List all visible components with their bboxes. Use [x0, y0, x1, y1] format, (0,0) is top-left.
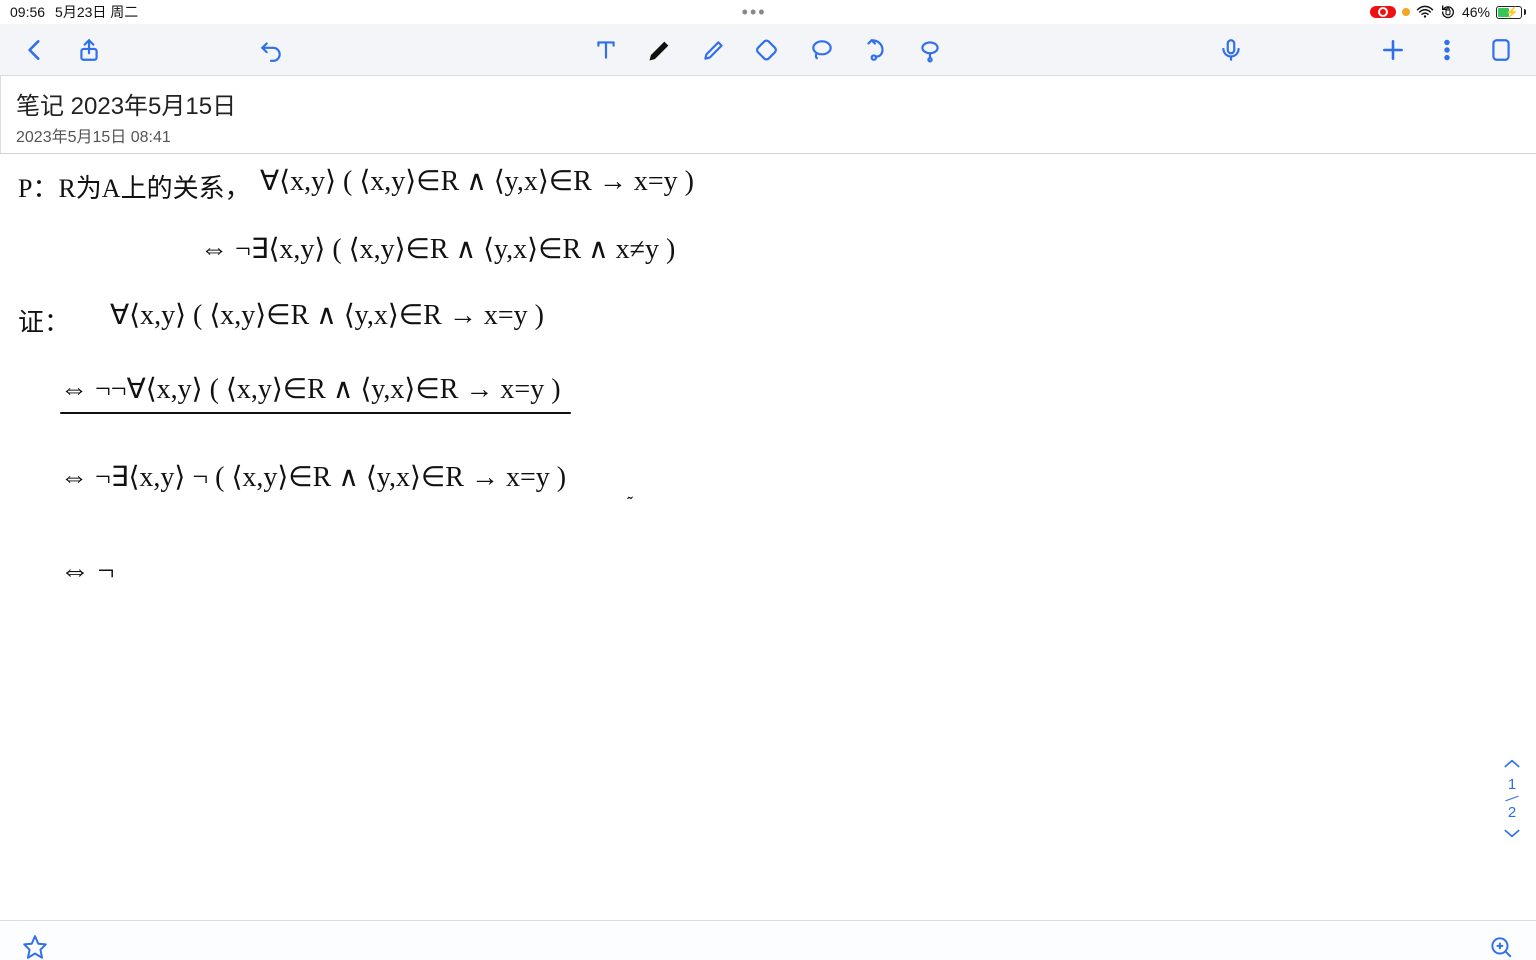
mic-in-use-dot-icon [1402, 8, 1410, 16]
handwriting-line: 证： [18, 302, 70, 339]
page-indicator[interactable]: 1 2 [1502, 757, 1522, 840]
wifi-icon [1416, 5, 1434, 19]
handwriting-line: ∀⟨x,y⟩ ( ⟨x,y⟩∈R ∧ ⟨y,x⟩∈R → x=y ) [110, 298, 544, 332]
note-canvas[interactable]: P：R为A上的关系， ∀⟨x,y⟩ ( ⟨x,y⟩∈R ∧ ⟨y,x⟩∈R → … [0, 154, 1536, 920]
status-bar: 09:56 5月23日 周二 ••• 46% ⚡ [0, 0, 1536, 24]
handwriting-line: ∀⟨x,y⟩ ( ⟨x,y⟩∈R ∧ ⟨y,x⟩∈R → x=y ) [260, 164, 694, 198]
pen-tool[interactable] [643, 33, 677, 67]
multitask-dots-icon[interactable]: ••• [138, 2, 1370, 23]
chevron-down-icon[interactable] [1502, 826, 1522, 840]
text-tool[interactable] [589, 33, 623, 67]
document-title[interactable]: 笔记 2023年5月15日 [16, 86, 1520, 121]
toolbar [0, 24, 1536, 76]
more-menu-button[interactable] [1430, 33, 1464, 67]
orientation-lock-icon [1440, 4, 1456, 20]
add-button[interactable] [1376, 33, 1410, 67]
bottom-toolbar [0, 920, 1536, 960]
page-separator-icon [1505, 796, 1518, 802]
handwriting-line: ⇔ ¬∃⟨x,y⟩ ¬ ( ⟨x,y⟩∈R ∧ ⟨y,x⟩∈R → x=y ) [60, 460, 566, 494]
ruler-tool[interactable] [913, 33, 947, 67]
highlighter-tool[interactable] [697, 33, 731, 67]
zoom-in-button[interactable] [1484, 930, 1518, 960]
handwriting-line: P：R为A上的关系， [18, 168, 251, 205]
shape-tool[interactable] [859, 33, 893, 67]
eraser-tool[interactable] [751, 33, 785, 67]
status-date: 5月23日 周二 [55, 2, 138, 22]
battery-percent: 46% [1462, 4, 1490, 20]
handwriting-line: ⇔ ¬¬∀⟨x,y⟩ ( ⟨x,y⟩∈R ∧ ⟨y,x⟩∈R → x=y ) [60, 372, 561, 406]
status-time: 09:56 [10, 4, 45, 20]
microphone-button[interactable] [1214, 33, 1248, 67]
handwriting-line: ⇔ ¬∃⟨x,y⟩ ( ⟨x,y⟩∈R ∧ ⟨y,x⟩∈R ∧ x≠y ) [200, 232, 675, 266]
page-view-button[interactable] [1484, 33, 1518, 67]
tool-palette [589, 33, 947, 67]
screen-recording-indicator[interactable] [1370, 6, 1396, 18]
chevron-up-icon[interactable] [1502, 757, 1522, 771]
undo-button[interactable] [254, 33, 288, 67]
back-button[interactable] [18, 33, 52, 67]
favorite-button[interactable] [18, 930, 52, 960]
document-timestamp: 2023年5月15日 08:41 [16, 123, 1520, 147]
lasso-tool[interactable] [805, 33, 839, 67]
battery-icon: ⚡ [1496, 6, 1526, 19]
document-header: 笔记 2023年5月15日 2023年5月15日 08:41 [0, 76, 1536, 154]
handwriting-line: ⇔ ¬ [60, 554, 114, 588]
page-total: 2 [1508, 805, 1516, 820]
page-current: 1 [1508, 777, 1516, 792]
share-button[interactable] [72, 33, 106, 67]
